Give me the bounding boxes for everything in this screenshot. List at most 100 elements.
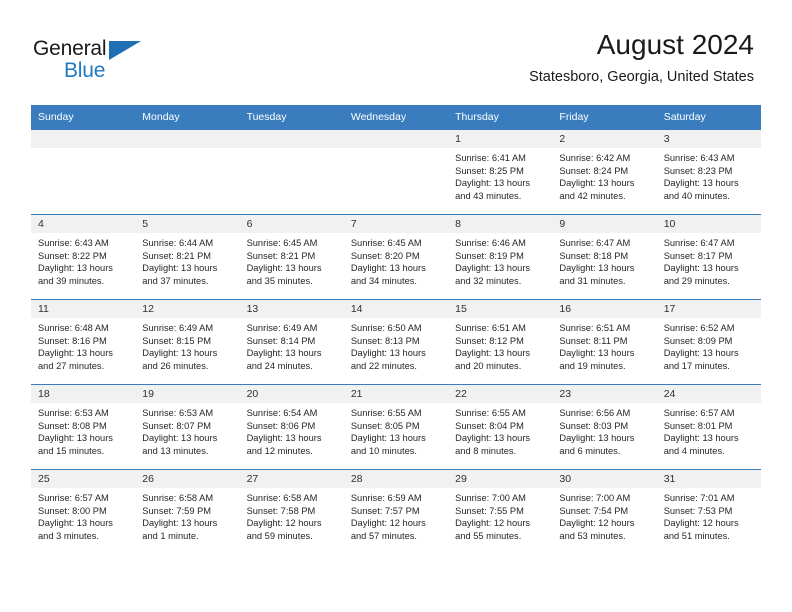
calendar-day-cell[interactable]: 9 Sunrise: 6:47 AM Sunset: 8:18 PM Daylight…	[552, 214, 657, 300]
day-cell-content: 29 Sunrise: 7:00 AM Sunset: 7:55 PM Dayligh…	[448, 470, 553, 554]
calendar-day-cell[interactable]: 10 Sunrise: 6:47 AM Sunset: 8:17 PM Dayligh…	[656, 214, 761, 300]
day-number: 30	[552, 470, 657, 488]
day-number: 18	[31, 385, 136, 403]
calendar-grid: Sunday Monday Tuesday Wednesday Thursday…	[31, 105, 761, 554]
day-number: 24	[656, 385, 761, 403]
calendar-day-cell[interactable]: 5 Sunrise: 6:44 AM Sunset: 8:21 PM Daylight…	[135, 214, 240, 300]
day-cell-content: 22 Sunrise: 6:55 AM Sunset: 8:04 PM Dayligh…	[448, 385, 553, 469]
sunset-text: Sunset: 8:13 PM	[350, 335, 420, 346]
calendar-day-cell[interactable]: 22 Sunrise: 6:55 AM Sunset: 8:04 PM Dayligh…	[448, 384, 553, 470]
calendar-day-cell[interactable]: 24 Sunrise: 6:57 AM Sunset: 8:01 PM Dayligh…	[656, 384, 761, 470]
sunrise-text: Sunrise: 6:49 AM	[246, 323, 318, 333]
calendar-day-cell[interactable]: 20 Sunrise: 6:54 AM Sunset: 8:06 PM Dayligh…	[239, 384, 344, 470]
day-number: 10	[656, 215, 761, 233]
day-number: 8	[448, 215, 553, 233]
daylight-text: Daylight: 12 hours	[559, 518, 635, 529]
calendar-day-cell[interactable]: 14 Sunrise: 6:50 AM Sunset: 8:13 PM Dayligh…	[343, 299, 449, 385]
calendar-day-cell[interactable]: 29 Sunrise: 7:00 AM Sunset: 7:55 PM Dayligh…	[448, 469, 553, 554]
daylight-text: and 32 minutes.	[455, 275, 522, 286]
day-number: 1	[448, 130, 553, 148]
calendar-day-cell[interactable]: 17 Sunrise: 6:52 AM Sunset: 8:09 PM Dayligh…	[656, 299, 761, 385]
daylight-text: and 51 minutes.	[663, 530, 730, 541]
day-details: Sunrise: 6:44 AM Sunset: 8:21 PM Daylight:…	[135, 233, 239, 287]
sunset-text: Sunset: 8:09 PM	[663, 335, 733, 346]
daylight-text: and 1 minute.	[142, 530, 199, 541]
day-details: Sunrise: 6:52 AM Sunset: 8:09 PM Daylight:…	[657, 318, 761, 372]
sunrise-text: Sunrise: 6:52 AM	[663, 323, 735, 333]
calendar-day-cell[interactable]: 19 Sunrise: 6:53 AM Sunset: 8:07 PM Dayligh…	[135, 384, 240, 470]
day-number: 29	[448, 470, 553, 488]
day-number: 3	[656, 130, 761, 148]
daylight-text: and 10 minutes.	[350, 445, 417, 456]
day-details: Sunrise: 6:58 AM Sunset: 7:59 PM Daylight:…	[135, 488, 239, 542]
day-details: Sunrise: 7:01 AM Sunset: 7:53 PM Daylight:…	[657, 488, 761, 542]
calendar-day-cell[interactable]: 25 Sunrise: 6:57 AM Sunset: 8:00 PM Dayligh…	[31, 469, 136, 554]
calendar-week-row: 1 Sunrise: 6:41 AM Sunset: 8:25 PM Daylight…	[31, 129, 761, 215]
sunrise-text: Sunrise: 6:58 AM	[142, 493, 214, 503]
sunset-text: Sunset: 8:12 PM	[455, 335, 524, 346]
general-blue-logo[interactable]: General Blue	[33, 38, 163, 84]
calendar-day-cell[interactable]: 11 Sunrise: 6:48 AM Sunset: 8:16 PM Dayligh…	[31, 299, 136, 385]
day-cell-content: 15 Sunrise: 6:51 AM Sunset: 8:12 PM Dayligh…	[448, 300, 553, 384]
day-cell-content: 7 Sunrise: 6:45 AM Sunset: 8:20 PM Daylight…	[343, 215, 449, 299]
weekday-header-friday: Friday	[552, 105, 657, 130]
day-details: Sunrise: 6:50 AM Sunset: 8:13 PM Daylight:…	[344, 318, 448, 372]
calendar-day-cell[interactable]: 21 Sunrise: 6:55 AM Sunset: 8:05 PM Dayligh…	[343, 384, 449, 470]
day-cell-content	[239, 130, 344, 214]
sunrise-text: Sunrise: 6:42 AM	[559, 153, 631, 163]
day-cell-content: 17 Sunrise: 6:52 AM Sunset: 8:09 PM Dayligh…	[656, 300, 761, 384]
calendar-day-cell[interactable]: 28 Sunrise: 6:59 AM Sunset: 7:57 PM Dayligh…	[343, 469, 449, 554]
daylight-text: and 13 minutes.	[142, 445, 209, 456]
day-number: 19	[135, 385, 240, 403]
calendar-day-cell[interactable]: 30 Sunrise: 7:00 AM Sunset: 7:54 PM Dayligh…	[552, 469, 657, 554]
calendar-day-cell[interactable]: 1 Sunrise: 6:41 AM Sunset: 8:25 PM Daylight…	[448, 129, 553, 215]
day-number: 17	[656, 300, 761, 318]
calendar-day-cell[interactable]: 23 Sunrise: 6:56 AM Sunset: 8:03 PM Dayligh…	[552, 384, 657, 470]
sunrise-text: Sunrise: 6:49 AM	[142, 323, 214, 333]
daylight-text: Daylight: 13 hours	[142, 518, 218, 529]
day-cell-content: 12 Sunrise: 6:49 AM Sunset: 8:15 PM Dayligh…	[135, 300, 240, 384]
calendar-day-cell[interactable]: 27 Sunrise: 6:58 AM Sunset: 7:58 PM Dayligh…	[239, 469, 344, 554]
calendar-day-cell[interactable]: 8 Sunrise: 6:46 AM Sunset: 8:19 PM Daylight…	[448, 214, 553, 300]
calendar-day-cell[interactable]: 4 Sunrise: 6:43 AM Sunset: 8:22 PM Daylight…	[31, 214, 136, 300]
day-number: 6	[239, 215, 344, 233]
daylight-text: and 42 minutes.	[559, 190, 626, 201]
calendar-day-cell[interactable]: 31 Sunrise: 7:01 AM Sunset: 7:53 PM Dayligh…	[656, 469, 761, 554]
day-number: 2	[552, 130, 657, 148]
sunset-text: Sunset: 8:15 PM	[142, 335, 212, 346]
daylight-text: and 3 minutes.	[38, 530, 99, 541]
daylight-text: Daylight: 12 hours	[663, 518, 739, 529]
daylight-text: and 39 minutes.	[38, 275, 105, 286]
calendar-day-cell-empty	[343, 129, 449, 215]
sunset-text: Sunset: 7:59 PM	[142, 505, 212, 516]
sunset-text: Sunset: 7:55 PM	[455, 505, 524, 516]
day-details: Sunrise: 6:58 AM Sunset: 7:58 PM Daylight:…	[240, 488, 344, 542]
day-cell-content: 4 Sunrise: 6:43 AM Sunset: 8:22 PM Daylight…	[31, 215, 136, 299]
sunrise-text: Sunrise: 6:51 AM	[559, 323, 631, 333]
calendar-day-cell[interactable]: 2 Sunrise: 6:42 AM Sunset: 8:24 PM Daylight…	[552, 129, 657, 215]
calendar-day-cell[interactable]: 26 Sunrise: 6:58 AM Sunset: 7:59 PM Dayligh…	[135, 469, 240, 554]
sunrise-text: Sunrise: 6:46 AM	[455, 238, 526, 248]
sunrise-text: Sunrise: 6:47 AM	[663, 238, 735, 248]
calendar-day-cell[interactable]: 3 Sunrise: 6:43 AM Sunset: 8:23 PM Daylight…	[656, 129, 761, 215]
calendar-day-cell[interactable]: 18 Sunrise: 6:53 AM Sunset: 8:08 PM Dayligh…	[31, 384, 136, 470]
calendar-day-cell[interactable]: 16 Sunrise: 6:51 AM Sunset: 8:11 PM Dayligh…	[552, 299, 657, 385]
calendar-day-cell[interactable]: 12 Sunrise: 6:49 AM Sunset: 8:15 PM Dayligh…	[135, 299, 240, 385]
sunset-text: Sunset: 8:21 PM	[142, 250, 212, 261]
day-number: 13	[239, 300, 344, 318]
day-details	[344, 148, 448, 152]
sunset-text: Sunset: 8:19 PM	[455, 250, 524, 261]
calendar-day-cell[interactable]: 13 Sunrise: 6:49 AM Sunset: 8:14 PM Dayligh…	[239, 299, 344, 385]
daylight-text: Daylight: 12 hours	[350, 518, 426, 529]
day-cell-content: 19 Sunrise: 6:53 AM Sunset: 8:07 PM Dayligh…	[135, 385, 240, 469]
calendar-day-cell[interactable]: 6 Sunrise: 6:45 AM Sunset: 8:21 PM Daylight…	[239, 214, 344, 300]
sunrise-text: Sunrise: 6:57 AM	[663, 408, 735, 418]
sunrise-text: Sunrise: 6:58 AM	[246, 493, 318, 503]
day-number: 15	[448, 300, 553, 318]
day-details	[240, 148, 344, 152]
calendar-day-cell[interactable]: 15 Sunrise: 6:51 AM Sunset: 8:12 PM Dayligh…	[448, 299, 553, 385]
daylight-text: and 6 minutes.	[559, 445, 621, 456]
calendar-day-cell[interactable]: 7 Sunrise: 6:45 AM Sunset: 8:20 PM Daylight…	[343, 214, 449, 300]
sunrise-text: Sunrise: 6:56 AM	[559, 408, 631, 418]
day-details: Sunrise: 6:53 AM Sunset: 8:07 PM Daylight:…	[135, 403, 239, 457]
